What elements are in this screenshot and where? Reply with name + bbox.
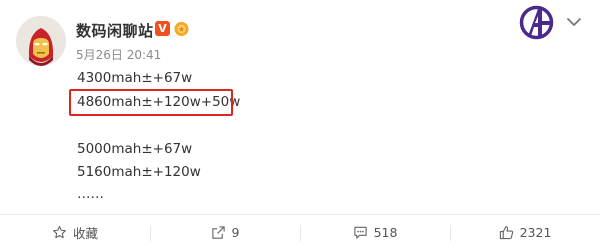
content-line: 4300mah±+67w [77,70,193,86]
iron-man-avatar-icon [16,16,66,66]
chevron-down-icon[interactable] [566,16,582,28]
content-line: 5160mah±+120w [77,164,201,180]
content-line: 5000mah±+67w [77,141,193,157]
favorite-button[interactable]: 收藏 [0,215,150,249]
like-button[interactable]: 2321 [450,215,600,249]
favorite-label: 收藏 [72,225,98,241]
comment-button[interactable]: 518 [300,215,450,249]
highlight-box [69,89,233,116]
comment-count: 518 [373,224,398,240]
medal-icon[interactable] [173,20,190,37]
repost-count: 9 [231,224,240,240]
repost-button[interactable]: 9 [150,215,300,249]
avengers-logo-icon [519,5,554,40]
verified-badge: V [155,21,170,36]
comment-bubble-icon [353,226,367,239]
weibo-post-card: 数码闲聊站 V 5月26日 20:41 4300mah±+67w 4860mah… [0,0,600,249]
thumbs-up-icon [499,225,513,239]
username[interactable]: 数码闲聊站 [76,20,154,41]
post-timestamp[interactable]: 5月26日 20:41 [76,46,161,63]
avatar[interactable] [16,16,66,66]
content-line-ellipsis: …… [77,186,104,202]
action-bar: 收藏 9 518 2321 [0,215,600,249]
share-arrow-icon [211,225,225,239]
star-icon [53,225,66,238]
like-count: 2321 [519,224,552,240]
